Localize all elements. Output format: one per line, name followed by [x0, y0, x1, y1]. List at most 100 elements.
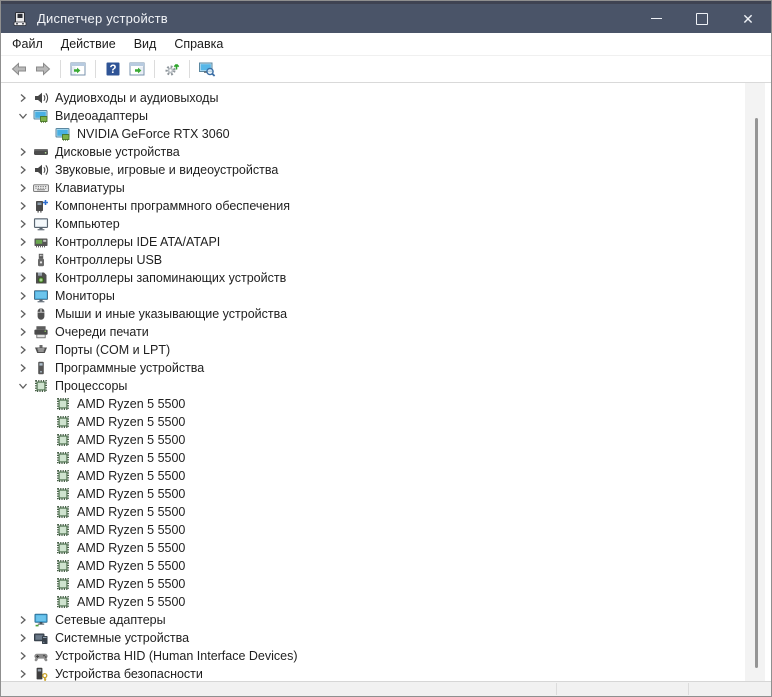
tree-item[interactable]: Аудиовходы и аудиовыходы [1, 89, 771, 107]
window-title: Диспетчер устройств [37, 11, 168, 26]
device-manager-app-icon [12, 11, 28, 27]
expand-chevron-icon[interactable] [15, 216, 31, 232]
tree-item[interactable]: Программные устройства [1, 359, 771, 377]
tree-item-label: AMD Ryzen 5 5500 [77, 397, 186, 411]
vertical-scrollbar[interactable] [745, 83, 765, 681]
tree-item[interactable]: NVIDIA GeForce RTX 3060 [1, 125, 771, 143]
tree-item[interactable]: Клавиатуры [1, 179, 771, 197]
device-search-icon[interactable] [197, 59, 217, 79]
tree-item[interactable]: Видеоадаптеры [1, 107, 771, 125]
tree-item-label: NVIDIA GeForce RTX 3060 [77, 127, 230, 141]
tree-item[interactable]: Устройства HID (Human Interface Devices) [1, 647, 771, 665]
expand-chevron-icon[interactable] [15, 288, 31, 304]
menu-item-2[interactable]: Вид [125, 35, 166, 53]
menu-item-0[interactable]: Файл [3, 35, 52, 53]
tree-item[interactable]: Системные устройства [1, 629, 771, 647]
cpu-icon [55, 594, 71, 610]
tree-item-label: Программные устройства [55, 361, 205, 375]
tree-item[interactable]: AMD Ryzen 5 5500 [1, 431, 771, 449]
tree-item[interactable]: AMD Ryzen 5 5500 [1, 395, 771, 413]
expand-chevron-icon[interactable] [15, 198, 31, 214]
tree-item-label: Мыши и иные указывающие устройства [55, 307, 288, 321]
tree-item[interactable]: AMD Ryzen 5 5500 [1, 467, 771, 485]
expand-chevron-icon[interactable] [15, 612, 31, 628]
expand-chevron-icon[interactable] [15, 270, 31, 286]
forward-arrow-icon[interactable] [33, 59, 53, 79]
show-console-tree-icon[interactable] [68, 59, 88, 79]
svg-text:?: ? [109, 64, 116, 76]
scan-hardware-changes-icon[interactable] [162, 59, 182, 79]
tree-item-label: AMD Ryzen 5 5500 [77, 487, 186, 501]
tree-item[interactable]: AMD Ryzen 5 5500 [1, 539, 771, 557]
minimize-button[interactable] [633, 4, 679, 33]
tree-item[interactable]: AMD Ryzen 5 5500 [1, 521, 771, 539]
help-icon[interactable]: ? [103, 59, 123, 79]
tree-item[interactable]: AMD Ryzen 5 5500 [1, 413, 771, 431]
computer-icon [33, 216, 49, 232]
expand-chevron-icon[interactable] [15, 306, 31, 322]
expand-chevron-icon[interactable] [15, 234, 31, 250]
tree-item[interactable]: Контроллеры запоминающих устройств [1, 269, 771, 287]
tree-item[interactable]: Дисковые устройства [1, 143, 771, 161]
show-action-pane-icon[interactable] [127, 59, 147, 79]
tree-item[interactable]: Контроллеры USB [1, 251, 771, 269]
tree-item[interactable]: Мониторы [1, 287, 771, 305]
expand-chevron-icon[interactable] [15, 162, 31, 178]
expand-chevron-icon[interactable] [15, 648, 31, 664]
usb-controller-icon [33, 252, 49, 268]
tree-item-label: Контроллеры запоминающих устройств [55, 271, 287, 285]
tree-item[interactable]: Очереди печати [1, 323, 771, 341]
back-arrow-icon[interactable] [9, 59, 29, 79]
expand-chevron-icon[interactable] [15, 180, 31, 196]
tree-item-label: AMD Ryzen 5 5500 [77, 505, 186, 519]
tree-item[interactable]: AMD Ryzen 5 5500 [1, 557, 771, 575]
display-adapter-icon [33, 108, 49, 124]
tree-item[interactable]: AMD Ryzen 5 5500 [1, 449, 771, 467]
cpu-icon [55, 486, 71, 502]
expand-chevron-icon[interactable] [15, 324, 31, 340]
tree-item[interactable]: Процессоры [1, 377, 771, 395]
toolbar-separator [95, 60, 96, 78]
expand-chevron-icon[interactable] [15, 144, 31, 160]
expand-chevron-icon[interactable] [15, 630, 31, 646]
tree-item-label: AMD Ryzen 5 5500 [77, 469, 186, 483]
device-tree-panel: Аудиовходы и аудиовыходы Видеоадаптеры N… [1, 83, 771, 681]
toolbar: ? [1, 56, 771, 83]
menu-item-3[interactable]: Справка [165, 35, 232, 53]
expand-chevron-icon[interactable] [15, 108, 31, 124]
expand-chevron-icon[interactable] [15, 378, 31, 394]
cpu-icon [55, 468, 71, 484]
cpu-icon [55, 504, 71, 520]
tree-item[interactable]: AMD Ryzen 5 5500 [1, 593, 771, 611]
cpu-icon [55, 522, 71, 538]
tree-item[interactable]: Сетевые адаптеры [1, 611, 771, 629]
close-icon: ✕ [742, 10, 754, 27]
tree-item[interactable]: AMD Ryzen 5 5500 [1, 485, 771, 503]
expand-chevron-icon[interactable] [15, 252, 31, 268]
tree-item-label: Контроллеры USB [55, 253, 163, 267]
tree-item[interactable]: AMD Ryzen 5 5500 [1, 503, 771, 521]
cpu-icon [55, 450, 71, 466]
tree-item[interactable]: AMD Ryzen 5 5500 [1, 575, 771, 593]
expand-chevron-icon[interactable] [15, 360, 31, 376]
tree-item[interactable]: Компоненты программного обеспечения [1, 197, 771, 215]
tree-item-label: Сетевые адаптеры [55, 613, 166, 627]
device-tree: Аудиовходы и аудиовыходы Видеоадаптеры N… [1, 83, 771, 681]
tree-item[interactable]: Мыши и иные указывающие устройства [1, 305, 771, 323]
menu-item-1[interactable]: Действие [52, 35, 125, 53]
scrollbar-thumb[interactable] [755, 118, 758, 668]
tree-item[interactable]: Контроллеры IDE ATA/ATAPI [1, 233, 771, 251]
tree-item-label: Порты (COM и LPT) [55, 343, 171, 357]
software-device-icon [33, 360, 49, 376]
close-button[interactable]: ✕ [725, 4, 771, 33]
cpu-icon [55, 540, 71, 556]
expand-chevron-icon[interactable] [15, 666, 31, 681]
expand-chevron-icon[interactable] [15, 90, 31, 106]
maximize-button[interactable] [679, 4, 725, 33]
tree-item[interactable]: Порты (COM и LPT) [1, 341, 771, 359]
monitor-icon [33, 288, 49, 304]
expand-chevron-icon[interactable] [15, 342, 31, 358]
tree-item[interactable]: Устройства безопасности [1, 665, 771, 681]
tree-item[interactable]: Звуковые, игровые и видеоустройства [1, 161, 771, 179]
tree-item[interactable]: Компьютер [1, 215, 771, 233]
